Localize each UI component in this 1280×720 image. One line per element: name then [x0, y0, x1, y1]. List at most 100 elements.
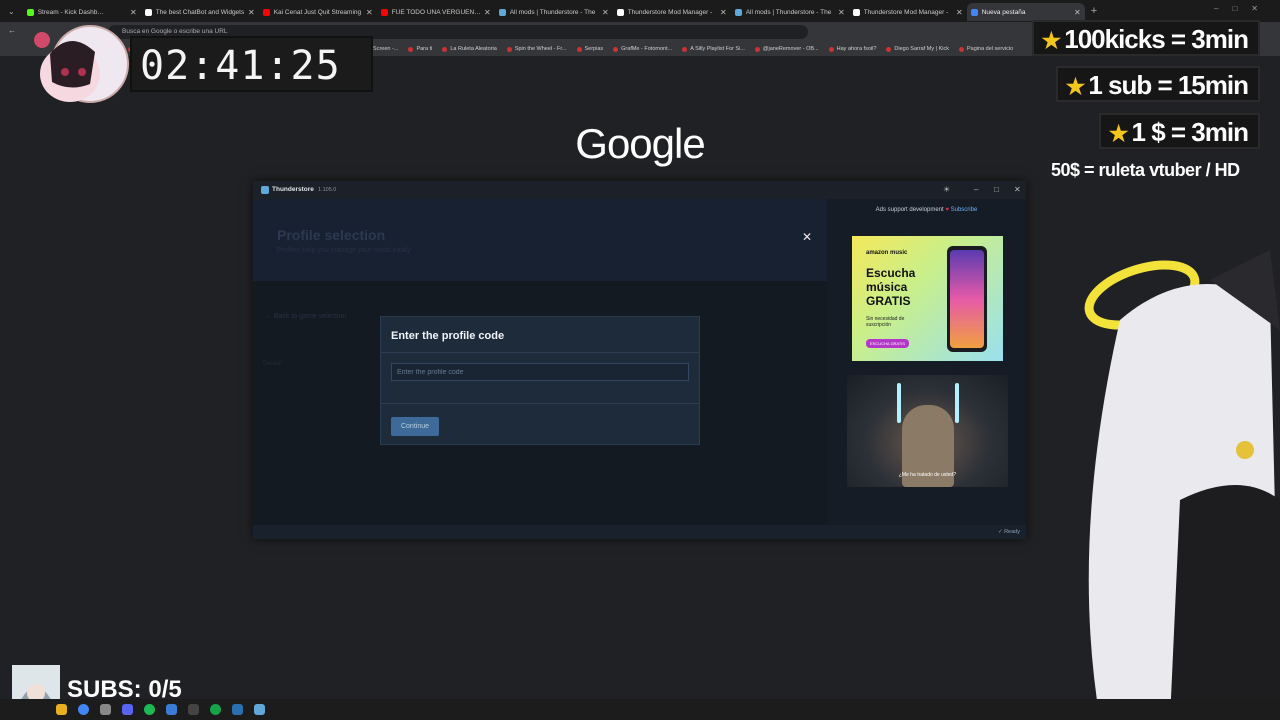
bookmark-item[interactable]: Spin the Wheel - Fr...	[506, 46, 567, 52]
bookmark-label: La Ruleta Aleatoria	[450, 46, 497, 52]
bookmark-item[interactable]: Serpias	[576, 46, 604, 52]
new-tab-button[interactable]: +	[1091, 5, 1097, 17]
bookmark-label: Spin the Wheel - Fr...	[514, 46, 567, 52]
goal-sub: ★ 1 sub = 15min	[1055, 66, 1260, 102]
profile-code-input[interactable]	[391, 363, 689, 381]
file-explorer-icon[interactable]	[56, 704, 67, 715]
ad-headline: Escucha música GRATIS	[866, 266, 916, 308]
window-close-icon[interactable]: ✕	[1014, 181, 1021, 199]
settings-icon[interactable]: ☀	[943, 181, 950, 199]
browser-tab[interactable]: All mods | Thunderstore - The ✕	[731, 3, 849, 21]
bookmark-favicon-icon	[828, 46, 834, 52]
ad-cta-button[interactable]: ESCUCHA GRATIS	[866, 339, 910, 348]
tab-favicon-icon	[616, 8, 624, 16]
tab-close-icon[interactable]: ✕	[956, 8, 963, 17]
browser-tab[interactable]: FUE TODO UNA VERGUENZA - ✕	[377, 3, 495, 21]
browser-tab[interactable]: The best ChatBot and Widgets ✕	[141, 3, 259, 21]
stream-timer: 02:41:25	[130, 36, 373, 92]
bookmark-favicon-icon	[886, 46, 892, 52]
tab-close-icon[interactable]: ✕	[838, 8, 845, 17]
tab-close-icon[interactable]: ✕	[602, 8, 609, 17]
modal-close-icon[interactable]: ✕	[802, 230, 812, 244]
ads-panel: Ads support development ♥ Subscribe amaz…	[827, 199, 1026, 525]
profile-selection-view: Profile selection Profiles help you mana…	[253, 199, 827, 525]
bookmark-item[interactable]: @janeRemover - OB...	[754, 46, 819, 52]
bookmark-favicon-icon	[506, 46, 512, 52]
browser-tab[interactable]: Kai Cenat Just Quit Streaming ✕	[259, 3, 377, 21]
bookmark-favicon-icon	[754, 46, 760, 52]
tab-favicon-icon	[262, 8, 270, 16]
phone-image	[947, 246, 987, 352]
browser-tab[interactable]: Thunderstore Mod Manager - ✕	[613, 3, 731, 21]
chrome-icon[interactable]	[78, 704, 89, 715]
tab-title: Nueva pestaña	[981, 8, 1026, 16]
tab-close-icon[interactable]: ✕	[1074, 8, 1081, 17]
minimize-icon[interactable]: –	[974, 181, 978, 199]
tab-search-icon[interactable]: ⌄	[8, 7, 15, 16]
steam-icon[interactable]	[232, 704, 243, 715]
tab-title: The best ChatBot and Widgets	[155, 8, 245, 16]
bookmark-favicon-icon	[613, 46, 619, 52]
back-to-game-link: ← Back to game selection	[265, 313, 347, 320]
window-controls[interactable]: –□✕	[1214, 4, 1272, 13]
tab-close-icon[interactable]: ✕	[720, 8, 727, 17]
bookmark-favicon-icon	[682, 46, 688, 52]
back-icon[interactable]: ←	[8, 26, 16, 35]
goal-kicks: ★ 100kicks = 3min	[1031, 20, 1260, 56]
tab-title: Kai Cenat Just Quit Streaming	[273, 8, 362, 16]
thunderstore-titlebar: Thunderstore 1.105.0 ☀ – □ ✕	[253, 181, 1026, 199]
bookmark-item[interactable]: A Silly Playlist For Si...	[682, 46, 745, 52]
bookmark-favicon-icon	[959, 46, 965, 52]
star-icon: ★	[1065, 74, 1086, 99]
bookmark-item[interactable]: La Ruleta Aleatoria	[442, 46, 497, 52]
bookmark-label: @janeRemover - OB...	[762, 46, 819, 52]
app-icon[interactable]	[100, 704, 111, 715]
bookmark-label: Hay ahora fsoil?	[836, 46, 877, 52]
profile-item-default: Default	[263, 361, 283, 367]
discord-icon[interactable]	[122, 704, 133, 715]
bookmark-label: Diego Sarraf My | Kick	[894, 46, 950, 52]
status-text: ✓ Ready	[997, 529, 1020, 535]
thunderstore-logo-icon	[261, 186, 269, 194]
page-subtitle: Profiles help you manage your mods easil…	[277, 247, 411, 254]
tab-close-icon[interactable]: ✕	[366, 8, 373, 17]
browser-tab[interactable]: Nueva pestaña ✕	[966, 3, 1085, 21]
tab-close-icon[interactable]: ✕	[248, 8, 255, 17]
bookmark-label: GrafMe - Fotomont...	[621, 46, 673, 52]
goal-note: 50$ = ruleta vtuber / HD	[1051, 160, 1240, 180]
vscode-icon[interactable]	[166, 704, 177, 715]
obs-icon[interactable]	[188, 704, 199, 715]
tab-title: Thunderstore Mod Manager -	[863, 8, 949, 16]
thunderstore-taskbar-icon[interactable]	[254, 704, 265, 715]
goal-text: 1 $ = 3min	[1131, 117, 1249, 147]
maximize-icon[interactable]: □	[994, 181, 999, 199]
tab-close-icon[interactable]: ✕	[484, 8, 491, 17]
browser-tab[interactable]: Thunderstore Mod Manager - ✕	[849, 3, 967, 21]
browser-tab[interactable]: All mods | Thunderstore - The ✕	[495, 3, 613, 21]
video-ad[interactable]: ¿Me ha tratado de usted?	[847, 375, 1008, 487]
star-icon: ★	[1108, 121, 1129, 146]
bookmark-favicon-icon	[408, 46, 414, 52]
vtuber-avatar	[1084, 250, 1280, 720]
bookmark-item[interactable]: GrafMe - Fotomont...	[613, 46, 672, 52]
bookmark-label: Serpias	[584, 46, 604, 52]
profile-code-modal: Enter the profile code Continue	[380, 316, 700, 445]
amazon-music-ad[interactable]: amazon music Escucha música GRATIS Sin n…	[852, 236, 1003, 361]
goal-text: 100kicks = 3min	[1064, 24, 1249, 54]
bookmark-item[interactable]: Diego Sarraf My | Kick	[886, 46, 949, 52]
spotify-icon[interactable]	[144, 704, 155, 715]
bookmark-label: Para ti	[416, 46, 433, 52]
subscribe-link[interactable]: Subscribe	[951, 207, 978, 213]
divider	[381, 403, 699, 404]
address-text: Busca en Google o escribe una URL	[122, 28, 228, 35]
bookmark-item[interactable]: Hay ahora fsoil?	[828, 46, 877, 52]
divider	[381, 352, 699, 353]
continue-button[interactable]: Continue	[391, 417, 439, 436]
bookmark-item[interactable]: Pagina del servicio	[959, 46, 1013, 52]
bookmark-item[interactable]: Para ti	[408, 46, 432, 52]
ad-brand: amazon music	[866, 250, 908, 256]
xbox-icon[interactable]	[210, 704, 221, 715]
mascot-clock-icon	[34, 25, 129, 103]
tab-favicon-icon	[852, 8, 860, 16]
modal-title: Enter the profile code	[391, 330, 505, 342]
